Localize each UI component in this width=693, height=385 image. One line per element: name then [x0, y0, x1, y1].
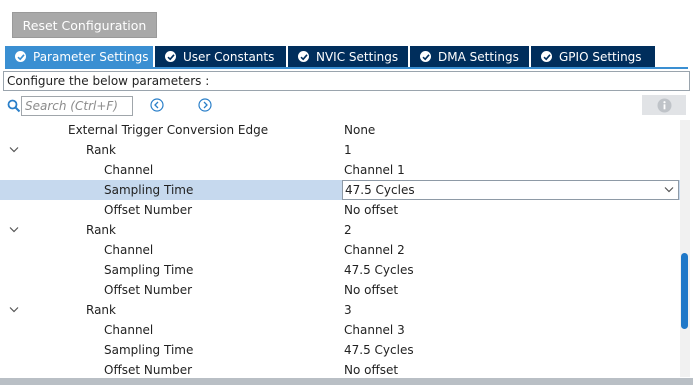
param-label: Channel: [104, 323, 154, 337]
param-label: Channel: [104, 163, 154, 177]
param-row-sampling-time-2[interactable]: Sampling Time 47.5 Cycles: [0, 260, 680, 280]
chevron-down-icon[interactable]: [9, 146, 19, 154]
tab-dma-settings[interactable]: DMA Settings: [410, 46, 529, 67]
param-label: Offset Number: [104, 203, 193, 217]
vertical-scrollbar[interactable]: [680, 120, 690, 377]
vertical-scrollbar-thumb[interactable]: [681, 253, 688, 329]
tab-label: NVIC Settings: [316, 49, 399, 64]
search-toolbar: [0, 94, 693, 118]
param-value: Channel 3: [344, 323, 405, 337]
param-value: No offset: [344, 283, 399, 297]
param-value: 1: [344, 143, 352, 157]
check-circle-icon: [15, 51, 26, 62]
horizontal-scrollbar[interactable]: [0, 378, 693, 385]
select-value: 47.5 Cycles: [345, 183, 415, 197]
param-row-offset-2[interactable]: Offset Number No offset: [0, 280, 680, 300]
param-value: 47.5 Cycles: [344, 343, 414, 357]
arrow-left-circle-icon[interactable]: [150, 98, 164, 112]
check-circle-icon: [420, 51, 431, 62]
tab-nvic-settings[interactable]: NVIC Settings: [288, 46, 408, 67]
param-value: 2: [344, 223, 352, 237]
chevron-down-icon[interactable]: [9, 226, 19, 234]
param-label: Offset Number: [104, 363, 193, 377]
search-icon[interactable]: [7, 99, 21, 113]
tab-label: GPIO Settings: [559, 49, 642, 64]
info-button[interactable]: [642, 95, 686, 115]
chevron-down-icon[interactable]: [9, 306, 19, 314]
check-circle-icon: [541, 51, 552, 62]
param-value: No offset: [344, 363, 399, 377]
param-row-offset-3[interactable]: Offset Number No offset: [0, 360, 680, 377]
param-row-offset-1[interactable]: Offset Number No offset: [0, 200, 680, 220]
param-row-channel-1[interactable]: Channel Channel 1: [0, 160, 680, 180]
parameters-description: Configure the below parameters :: [3, 71, 690, 91]
param-value: None: [344, 123, 376, 137]
tab-label: Parameter Settings: [33, 49, 149, 64]
param-label: Offset Number: [104, 283, 193, 297]
param-row-rank-2[interactable]: Rank 2: [0, 220, 680, 240]
tab-parameter-settings[interactable]: Parameter Settings: [5, 46, 153, 67]
param-row-rank-3[interactable]: Rank 3: [0, 300, 680, 320]
param-row-sampling-time-3[interactable]: Sampling Time 47.5 Cycles: [0, 340, 680, 360]
tab-underline: [5, 67, 688, 69]
param-row-sampling-time-1[interactable]: Sampling Time 47.5 Cycles: [0, 180, 680, 200]
tab-user-constants[interactable]: User Constants: [155, 46, 286, 67]
arrow-right-circle-icon[interactable]: [198, 98, 212, 112]
reset-configuration-button[interactable]: Reset Configuration: [12, 12, 157, 38]
sampling-time-select[interactable]: 47.5 Cycles: [342, 180, 679, 200]
check-circle-icon: [165, 51, 176, 62]
param-value: 47.5 Cycles: [344, 263, 414, 277]
param-row-channel-3[interactable]: Channel Channel 3: [0, 320, 680, 340]
param-label: Sampling Time: [104, 343, 194, 357]
param-row-trigger-edge[interactable]: External Trigger Conversion Edge None: [0, 120, 680, 140]
tab-label: User Constants: [183, 49, 275, 64]
param-value: Channel 1: [344, 163, 405, 177]
param-label: Sampling Time: [104, 183, 194, 197]
param-value: No offset: [344, 203, 399, 217]
tab-label: DMA Settings: [438, 49, 519, 64]
parameter-tree: External Trigger Conversion Edge None Ra…: [0, 120, 680, 377]
param-label: Rank: [86, 303, 116, 317]
param-value: 3: [344, 303, 352, 317]
chevron-down-icon[interactable]: [664, 186, 674, 194]
check-circle-icon: [298, 51, 309, 62]
param-label: Rank: [86, 223, 116, 237]
param-row-rank-1[interactable]: Rank 1: [0, 140, 680, 160]
param-label: Sampling Time: [104, 263, 194, 277]
param-row-channel-2[interactable]: Channel Channel 2: [0, 240, 680, 260]
info-icon: [657, 98, 671, 112]
tab-bar: Parameter Settings User Constants NVIC S…: [5, 46, 657, 67]
param-label: Rank: [86, 143, 116, 157]
param-label: External Trigger Conversion Edge: [68, 123, 269, 137]
search-input[interactable]: [21, 96, 133, 116]
tab-gpio-settings[interactable]: GPIO Settings: [531, 46, 655, 67]
param-value: Channel 2: [344, 243, 405, 257]
param-label: Channel: [104, 243, 154, 257]
